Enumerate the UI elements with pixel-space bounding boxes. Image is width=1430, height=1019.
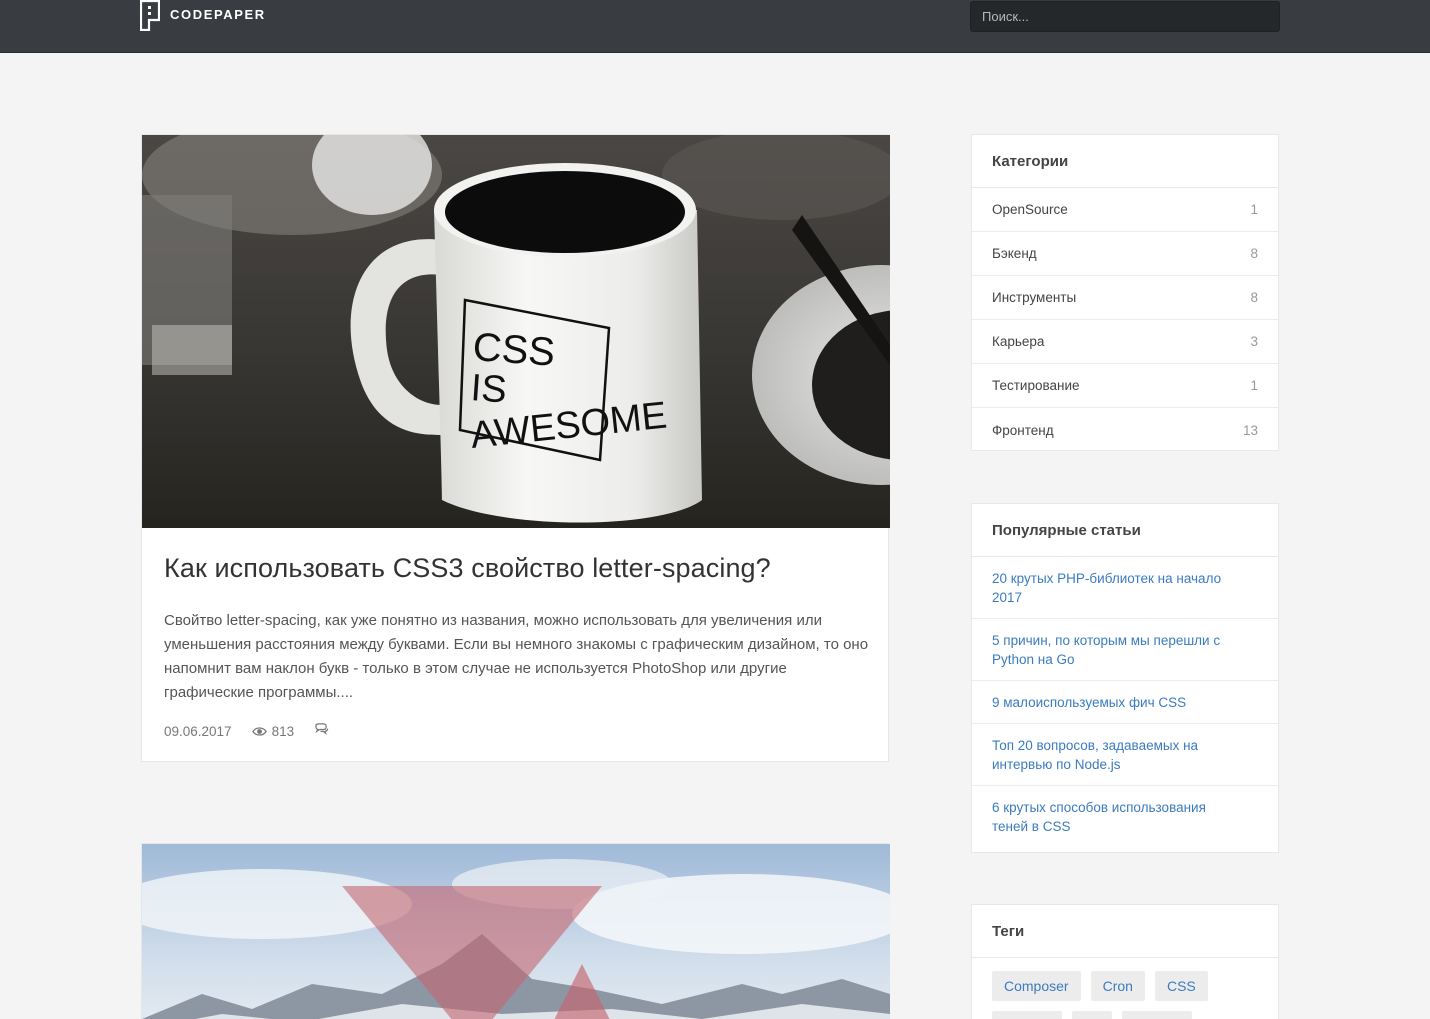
tags-title: Теги (972, 905, 1278, 958)
eye-icon (251, 726, 267, 736)
article-views: 813 (251, 723, 295, 739)
mug-photo[interactable]: CSS IS AWESOME (142, 135, 890, 528)
tags-list: Composer Cron CSS (972, 958, 1278, 1019)
popular-article-link[interactable]: 9 малоиспользуемых фич CSS (972, 681, 1278, 724)
popular-title: Популярные статьи (972, 504, 1278, 557)
category-label: Инструменты (992, 290, 1077, 305)
categories-list: OpenSource 1 Бэкенд 8 Инструменты 8 Карьера 3 Те… (972, 188, 1278, 452)
comments-link[interactable] (314, 722, 329, 740)
category-label: Карьера (992, 334, 1045, 349)
article-date: 09.06.2017 (164, 723, 232, 739)
category-item[interactable]: OpenSource 1 (972, 188, 1278, 232)
popular-article-link[interactable]: Топ 20 вопросов, задаваемых на интервью … (972, 724, 1278, 786)
categories-title: Категории (972, 135, 1278, 188)
tag-item[interactable]: Cron (1090, 971, 1145, 1001)
tag-item-cropped[interactable] (992, 1011, 1062, 1019)
popular-article-link[interactable]: 20 крутых PHP-библиотек на начало 2017 (972, 557, 1278, 619)
popular-articles-widget: Популярные статьи 20 крутых PHP-библиоте… (971, 503, 1279, 853)
category-count: 13 (1242, 422, 1258, 438)
article-card (141, 843, 890, 1019)
article-card: CSS IS AWESOME Как использовать CSS3 сво… (141, 134, 890, 762)
article-excerpt: Свойтво letter-spacing, как уже понятно … (164, 612, 869, 701)
category-item[interactable]: Инструменты 8 (972, 276, 1278, 320)
top-navbar: CODEPAPER (0, 0, 1430, 53)
tags-widget: Теги Composer Cron CSS (971, 904, 1279, 1019)
search-input[interactable] (970, 1, 1280, 32)
mug-text-line-2: IS (469, 367, 508, 411)
category-label: Бэкенд (992, 246, 1037, 261)
category-count: 1 (1250, 202, 1258, 217)
category-item[interactable]: Тестирование 1 (972, 364, 1278, 408)
category-count: 8 (1250, 290, 1258, 305)
category-count: 3 (1250, 334, 1258, 349)
category-item[interactable]: Карьера 3 (972, 320, 1278, 364)
comments-icon (315, 723, 329, 735)
logo-text: CODEPAPER (170, 7, 266, 22)
article-meta: 09.06.2017 813 (164, 722, 329, 740)
article-title[interactable]: Как использовать CSS3 свойство letter-sp… (164, 553, 864, 584)
categories-widget: Категории OpenSource 1 Бэкенд 8 Инструменты 8… (971, 134, 1279, 451)
category-item[interactable]: Бэкенд 8 (972, 232, 1278, 276)
popular-list: 20 крутых PHP-библиотек на начало 2017 5 … (972, 557, 1278, 847)
tag-item[interactable]: CSS (1154, 971, 1208, 1001)
popular-article-link[interactable]: 6 крутых способов использования теней в … (972, 786, 1278, 847)
category-count: 8 (1250, 246, 1258, 261)
codepaper-logo-icon (140, 0, 160, 31)
category-label: OpenSource (992, 202, 1068, 217)
tag-item-cropped[interactable] (1072, 1011, 1112, 1019)
category-item[interactable]: Фронтенд 13 (972, 408, 1278, 452)
site-logo[interactable]: CODEPAPER (140, 0, 266, 31)
tag-item[interactable]: Composer (992, 971, 1081, 1001)
category-label: Тестирование (992, 378, 1080, 393)
mountains-triangles-photo[interactable] (142, 844, 890, 1019)
category-count: 1 (1250, 378, 1258, 393)
popular-article-link[interactable]: 5 причин, по которым мы перешли с Python… (972, 619, 1278, 681)
category-label: Фронтенд (992, 422, 1054, 438)
views-count: 813 (271, 723, 295, 739)
tag-item-cropped[interactable] (1122, 1011, 1192, 1019)
